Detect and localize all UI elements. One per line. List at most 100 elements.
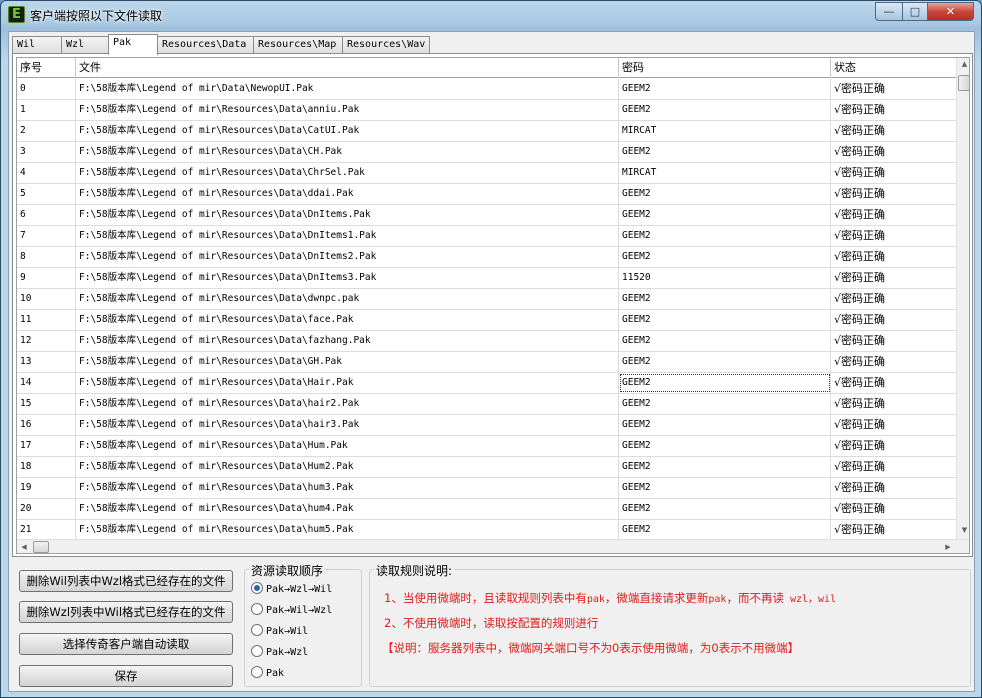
cell-index[interactable]: 14 [17,373,76,393]
cell-password[interactable]: GEEM2 [619,394,831,414]
cell-index[interactable]: 18 [17,457,76,477]
cell-password[interactable]: GEEM2 [619,100,831,120]
radio-icon[interactable] [251,603,263,615]
cell-password[interactable]: GEEM2 [619,79,831,99]
cell-index[interactable]: 2 [17,121,76,141]
cell-file[interactable]: F:\58版本库\Legend of mir\Resources\Data\ha… [76,415,619,435]
cell-status[interactable]: √密码正确 [831,142,957,162]
cell-password[interactable]: GEEM2 [619,373,831,393]
cell-index[interactable]: 0 [17,79,76,99]
table-row[interactable]: 15 F:\58版本库\Legend of mir\Resources\Data\… [17,394,957,415]
auto-read-client-button[interactable]: 选择传奇客户端自动读取 [19,633,233,655]
cell-file[interactable]: F:\58版本库\Legend of mir\Resources\Data\Dn… [76,247,619,267]
cell-index[interactable]: 11 [17,310,76,330]
cell-status[interactable]: √密码正确 [831,415,957,435]
cell-index[interactable]: 8 [17,247,76,267]
cell-password[interactable]: GEEM2 [619,352,831,372]
title-bar[interactable]: E 客户端按照以下文件读取 — □ ✕ [1,1,981,29]
header-status[interactable]: 状态 [831,58,957,78]
cell-password[interactable]: MIRCAT [619,163,831,183]
table-row[interactable]: 1 F:\58版本库\Legend of mir\Resources\Data\a… [17,100,957,121]
table-row[interactable]: 16 F:\58版本库\Legend of mir\Resources\Data\… [17,415,957,436]
table-row[interactable]: 21 F:\58版本库\Legend of mir\Resources\Data\… [17,520,957,541]
cell-status[interactable]: √密码正确 [831,247,957,267]
cell-status[interactable]: √密码正确 [831,478,957,498]
tab-resources-data[interactable]: Resources\Data [157,36,254,54]
radio-icon[interactable] [251,666,263,678]
delete-wzl-duplicates-button[interactable]: 删除Wzl列表中Wil格式已经存在的文件 [19,601,233,623]
table-row[interactable]: 2 F:\58版本库\Legend of mir\Resources\Data\C… [17,121,957,142]
cell-password[interactable]: MIRCAT [619,121,831,141]
resource-order-option[interactable]: Pak→Wzl→Wil [251,582,332,598]
cell-index[interactable]: 10 [17,289,76,309]
cell-status[interactable]: √密码正确 [831,352,957,372]
cell-file[interactable]: F:\58版本库\Legend of mir\Resources\Data\GH… [76,352,619,372]
table-row[interactable]: 20 F:\58版本库\Legend of mir\Resources\Data\… [17,499,957,520]
cell-index[interactable]: 15 [17,394,76,414]
scroll-left-icon[interactable]: ◀ [17,543,31,551]
cell-password[interactable]: GEEM2 [619,310,831,330]
cell-file[interactable]: F:\58版本库\Legend of mir\Resources\Data\dw… [76,289,619,309]
table-row[interactable]: 9 F:\58版本库\Legend of mir\Resources\Data\D… [17,268,957,289]
table-row[interactable]: 12 F:\58版本库\Legend of mir\Resources\Data\… [17,331,957,352]
header-file[interactable]: 文件 [76,58,619,78]
cell-status[interactable]: √密码正确 [831,520,957,540]
cell-password[interactable]: GEEM2 [619,478,831,498]
cell-index[interactable]: 20 [17,499,76,519]
cell-file[interactable]: F:\58版本库\Legend of mir\Resources\Data\Dn… [76,268,619,288]
cell-password[interactable]: GEEM2 [619,457,831,477]
vertical-scroll-thumb[interactable] [958,75,969,91]
table-row[interactable]: 18 F:\58版本库\Legend of mir\Resources\Data\… [17,457,957,478]
cell-status[interactable]: √密码正确 [831,100,957,120]
cell-status[interactable]: √密码正确 [831,457,957,477]
tab-resources-wav[interactable]: Resources\Wav [342,36,430,54]
cell-index[interactable]: 16 [17,415,76,435]
cell-file[interactable]: F:\58版本库\Legend of mir\Resources\Data\Hu… [76,457,619,477]
cell-file[interactable]: F:\58版本库\Legend of mir\Resources\Data\fa… [76,310,619,330]
cell-file[interactable]: F:\58版本库\Legend of mir\Resources\Data\hu… [76,520,619,540]
cell-file[interactable]: F:\58版本库\Legend of mir\Resources\Data\hu… [76,499,619,519]
cell-file[interactable]: F:\58版本库\Legend of mir\Resources\Data\Ha… [76,373,619,393]
cell-file[interactable]: F:\58版本库\Legend of mir\Resources\Data\Dn… [76,205,619,225]
table-row[interactable]: 11 F:\58版本库\Legend of mir\Resources\Data\… [17,310,957,331]
cell-file[interactable]: F:\58版本库\Legend of mir\Resources\Data\ha… [76,394,619,414]
resource-order-option[interactable]: Pak→Wil→Wzl [251,603,332,619]
save-button[interactable]: 保存 [19,665,233,687]
vertical-scrollbar[interactable]: ▲ ▼ [956,58,969,539]
cell-status[interactable]: √密码正确 [831,310,957,330]
maximize-button[interactable]: □ [902,2,928,21]
cell-index[interactable]: 1 [17,100,76,120]
cell-index[interactable]: 7 [17,226,76,246]
cell-status[interactable]: √密码正确 [831,373,957,393]
horizontal-scrollbar[interactable]: ◀ ▶ [17,539,969,553]
cell-password[interactable]: GEEM2 [619,205,831,225]
cell-file[interactable]: F:\58版本库\Legend of mir\Resources\Data\Ca… [76,121,619,141]
cell-status[interactable]: √密码正确 [831,163,957,183]
tab-wzl[interactable]: Wzl [61,36,109,54]
table-row[interactable]: 0 F:\58版本库\Legend of mir\Data\NewopUI.Pak… [17,79,957,100]
cell-password[interactable]: GEEM2 [619,331,831,351]
cell-file[interactable]: F:\58版本库\Legend of mir\Resources\Data\dd… [76,184,619,204]
cell-index[interactable]: 9 [17,268,76,288]
header-password[interactable]: 密码 [619,58,831,78]
resource-order-option[interactable]: Pak [251,666,284,682]
cell-index[interactable]: 13 [17,352,76,372]
cell-status[interactable]: √密码正确 [831,331,957,351]
cell-index[interactable]: 12 [17,331,76,351]
tab-resources-map[interactable]: Resources\Map [253,36,343,54]
cell-password[interactable]: GEEM2 [619,520,831,540]
cell-file[interactable]: F:\58版本库\Legend of mir\Resources\Data\Hu… [76,436,619,456]
tab-pak[interactable]: Pak [108,34,158,55]
cell-index[interactable]: 17 [17,436,76,456]
scroll-right-icon[interactable]: ▶ [941,543,955,551]
header-index[interactable]: 序号 [17,58,76,78]
cell-index[interactable]: 19 [17,478,76,498]
cell-status[interactable]: √密码正确 [831,226,957,246]
cell-password[interactable]: 11520 [619,268,831,288]
cell-status[interactable]: √密码正确 [831,289,957,309]
radio-icon[interactable] [251,645,263,657]
minimize-button[interactable]: — [875,2,903,21]
table-row[interactable]: 4 F:\58版本库\Legend of mir\Resources\Data\C… [17,163,957,184]
resource-order-option[interactable]: Pak→Wzl [251,645,308,661]
scroll-down-icon[interactable]: ▼ [957,526,969,534]
